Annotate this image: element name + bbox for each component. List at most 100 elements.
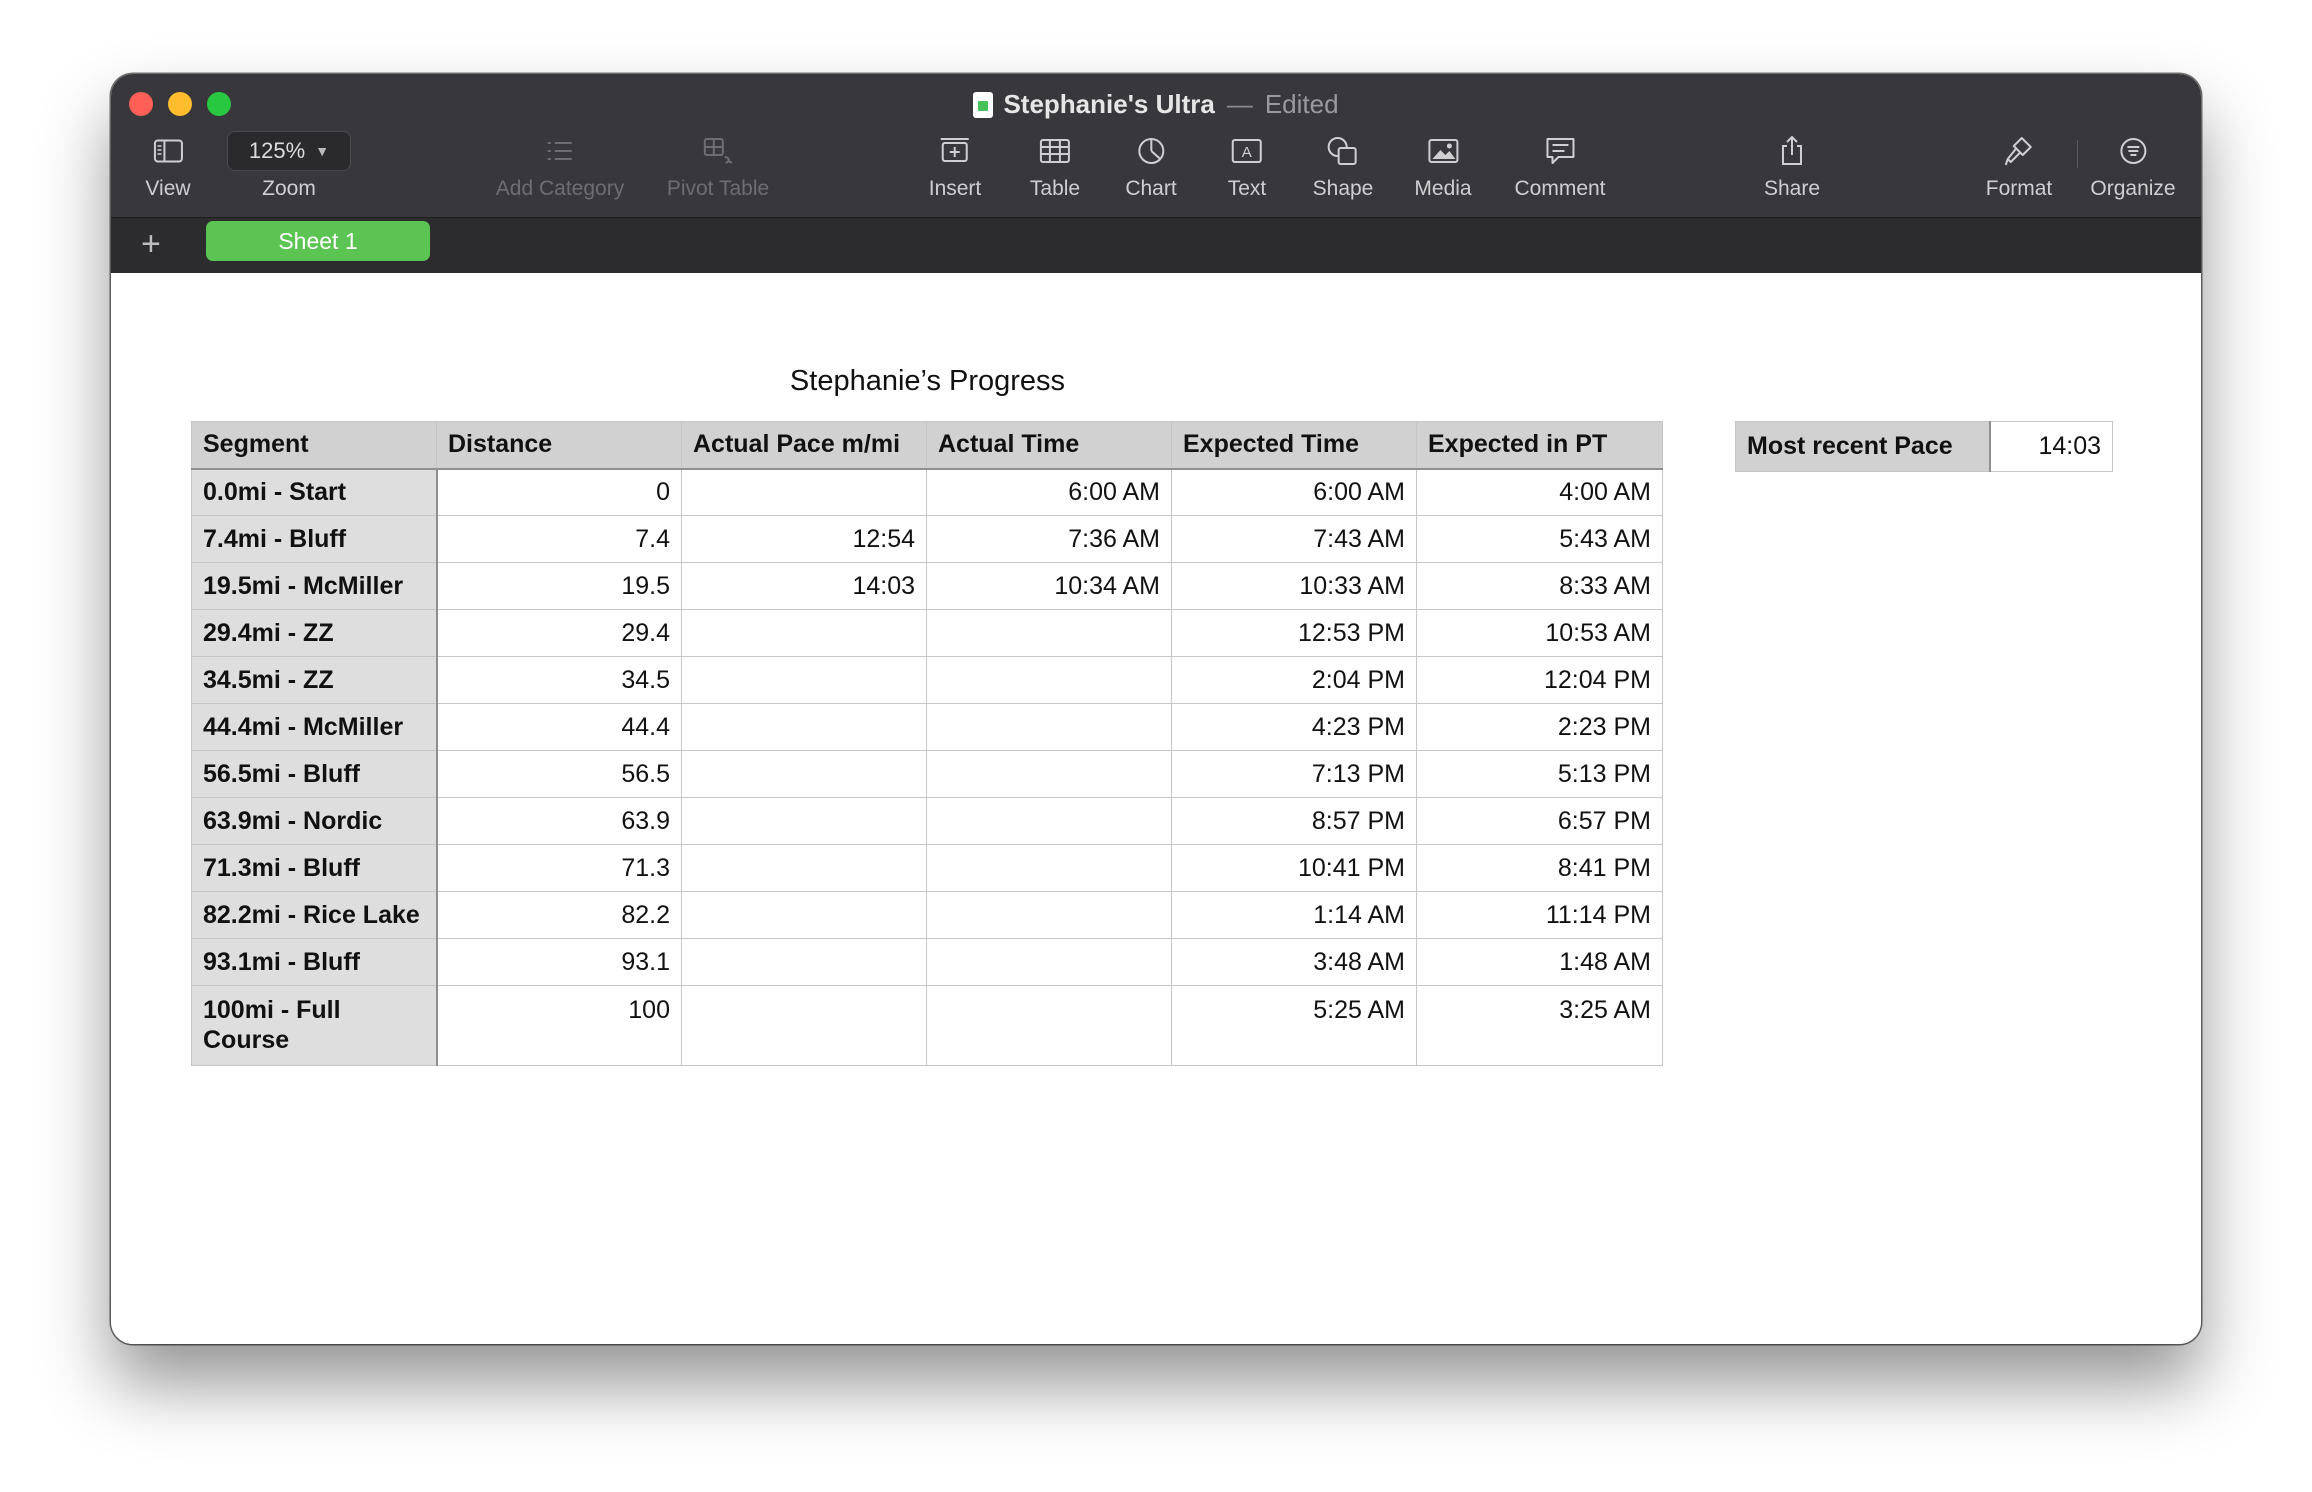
column-header[interactable]: Distance bbox=[436, 421, 682, 470]
recent-pace-label[interactable]: Most recent Pace bbox=[1735, 421, 1991, 472]
table-cell[interactable] bbox=[926, 891, 1172, 939]
table-cell[interactable]: 3:25 AM bbox=[1416, 985, 1663, 1066]
table-cell[interactable]: 5:43 AM bbox=[1416, 515, 1663, 563]
text-button[interactable]: A Text bbox=[1228, 132, 1266, 202]
row-header-cell[interactable]: 100mi - Full Course bbox=[191, 985, 438, 1066]
insert-button[interactable]: Insert bbox=[929, 132, 981, 202]
table-cell[interactable] bbox=[926, 844, 1172, 892]
table-cell[interactable]: 8:33 AM bbox=[1416, 562, 1663, 610]
table-cell[interactable]: 14:03 bbox=[681, 562, 927, 610]
table-cell[interactable]: 10:41 PM bbox=[1171, 844, 1417, 892]
format-button[interactable]: Format bbox=[1986, 132, 2052, 202]
table-cell[interactable]: 10:33 AM bbox=[1171, 562, 1417, 610]
row-header-cell[interactable]: 82.2mi - Rice Lake bbox=[191, 891, 438, 939]
shape-button[interactable]: Shape bbox=[1313, 132, 1373, 202]
table-cell[interactable] bbox=[681, 938, 927, 986]
organize-button[interactable]: Organize bbox=[2090, 132, 2176, 202]
row-header-cell[interactable]: 19.5mi - McMiller bbox=[191, 562, 438, 610]
table-cell[interactable]: 7:36 AM bbox=[926, 515, 1172, 563]
table-cell[interactable]: 93.1 bbox=[436, 938, 682, 986]
table-cell[interactable] bbox=[681, 750, 927, 798]
table-cell[interactable]: 63.9 bbox=[436, 797, 682, 845]
column-header[interactable]: Expected in PT bbox=[1416, 421, 1663, 470]
table-cell[interactable] bbox=[926, 985, 1172, 1066]
table-cell[interactable] bbox=[681, 609, 927, 657]
table-cell[interactable] bbox=[681, 703, 927, 751]
table-cell[interactable]: 12:54 bbox=[681, 515, 927, 563]
row-header-cell[interactable]: 63.9mi - Nordic bbox=[191, 797, 438, 845]
column-header[interactable]: Actual Pace m/mi bbox=[681, 421, 927, 470]
table-cell[interactable]: 7:13 PM bbox=[1171, 750, 1417, 798]
media-button[interactable]: Media bbox=[1414, 132, 1472, 202]
add-sheet-button[interactable]: + bbox=[141, 222, 161, 266]
table-cell[interactable]: 4:23 PM bbox=[1171, 703, 1417, 751]
table-cell[interactable] bbox=[681, 468, 927, 516]
table-cell[interactable]: 19.5 bbox=[436, 562, 682, 610]
row-header-cell[interactable]: 71.3mi - Bluff bbox=[191, 844, 438, 892]
table-cell[interactable]: 71.3 bbox=[436, 844, 682, 892]
table-cell[interactable] bbox=[681, 891, 927, 939]
table-cell[interactable]: 7.4 bbox=[436, 515, 682, 563]
table-cell[interactable]: 12:04 PM bbox=[1416, 656, 1663, 704]
chart-button[interactable]: Chart bbox=[1125, 132, 1177, 202]
table-cell[interactable]: 1:14 AM bbox=[1171, 891, 1417, 939]
column-header[interactable]: Actual Time bbox=[926, 421, 1172, 470]
column-header[interactable]: Expected Time bbox=[1171, 421, 1417, 470]
table-cell[interactable] bbox=[926, 609, 1172, 657]
table-cell[interactable] bbox=[681, 797, 927, 845]
column-header[interactable]: Segment bbox=[191, 421, 437, 470]
add-category-button[interactable]: Add Category bbox=[496, 132, 624, 202]
view-button[interactable]: View bbox=[145, 132, 191, 202]
row-header-cell[interactable]: 44.4mi - McMiller bbox=[191, 703, 438, 751]
table-cell[interactable]: 56.5 bbox=[436, 750, 682, 798]
table-cell[interactable]: 29.4 bbox=[436, 609, 682, 657]
table-cell[interactable]: 11:14 PM bbox=[1416, 891, 1663, 939]
table-cell[interactable] bbox=[926, 797, 1172, 845]
row-header-cell[interactable]: 29.4mi - ZZ bbox=[191, 609, 438, 657]
table-button[interactable]: Table bbox=[1030, 132, 1080, 202]
recent-pace-value[interactable]: 14:03 bbox=[1989, 421, 2113, 472]
table-cell[interactable]: 82.2 bbox=[436, 891, 682, 939]
table-cell[interactable] bbox=[926, 656, 1172, 704]
table-cell[interactable]: 4:00 AM bbox=[1416, 468, 1663, 516]
table-cell[interactable]: 6:00 AM bbox=[926, 468, 1172, 516]
table-cell[interactable] bbox=[926, 750, 1172, 798]
share-button[interactable]: Share bbox=[1764, 132, 1820, 202]
table-cell[interactable] bbox=[681, 985, 927, 1066]
zoom-control[interactable]: 125% ▼ Zoom bbox=[227, 131, 351, 202]
row-header-cell[interactable]: 7.4mi - Bluff bbox=[191, 515, 438, 563]
table-cell[interactable]: 100 bbox=[436, 985, 682, 1066]
row-header-cell[interactable]: 0.0mi - Start bbox=[191, 468, 438, 516]
zoom-select[interactable]: 125% ▼ bbox=[227, 131, 351, 171]
table-cell[interactable]: 5:25 AM bbox=[1171, 985, 1417, 1066]
table-cell[interactable]: 8:41 PM bbox=[1416, 844, 1663, 892]
tab-sheet-1[interactable]: Sheet 1 bbox=[206, 221, 430, 261]
table-cell[interactable]: 2:23 PM bbox=[1416, 703, 1663, 751]
table-cell[interactable]: 5:13 PM bbox=[1416, 750, 1663, 798]
row-header-cell[interactable]: 56.5mi - Bluff bbox=[191, 750, 438, 798]
row-header-cell[interactable]: 34.5mi - ZZ bbox=[191, 656, 438, 704]
row-header-cell[interactable]: 93.1mi - Bluff bbox=[191, 938, 438, 986]
table-cell[interactable]: 12:53 PM bbox=[1171, 609, 1417, 657]
table-cell[interactable]: 7:43 AM bbox=[1171, 515, 1417, 563]
table-cell[interactable]: 44.4 bbox=[436, 703, 682, 751]
table-cell[interactable]: 1:48 AM bbox=[1416, 938, 1663, 986]
table-cell[interactable] bbox=[681, 656, 927, 704]
table-cell[interactable]: 6:57 PM bbox=[1416, 797, 1663, 845]
document-name[interactable]: Stephanie's Ultra bbox=[1003, 89, 1214, 119]
table-icon bbox=[1030, 132, 1080, 170]
comment-button[interactable]: Comment bbox=[1514, 132, 1606, 202]
pivot-table-button[interactable]: Pivot Table bbox=[667, 132, 769, 202]
table-cell[interactable]: 10:53 AM bbox=[1416, 609, 1663, 657]
table-cell[interactable] bbox=[926, 938, 1172, 986]
table-cell[interactable]: 3:48 AM bbox=[1171, 938, 1417, 986]
table-cell[interactable] bbox=[926, 703, 1172, 751]
table-cell[interactable]: 2:04 PM bbox=[1171, 656, 1417, 704]
table-cell[interactable] bbox=[681, 844, 927, 892]
table-cell[interactable]: 6:00 AM bbox=[1171, 468, 1417, 516]
table-cell[interactable]: 8:57 PM bbox=[1171, 797, 1417, 845]
table-cell[interactable]: 0 bbox=[436, 468, 682, 516]
table-cell[interactable]: 10:34 AM bbox=[926, 562, 1172, 610]
table-cell[interactable]: 34.5 bbox=[436, 656, 682, 704]
table-title[interactable]: Stephanie’s Progress bbox=[192, 365, 1663, 398]
